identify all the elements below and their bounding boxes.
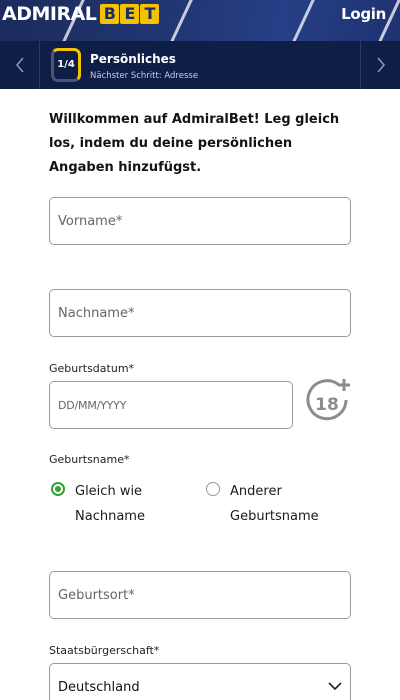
chevron-down-icon (328, 682, 342, 691)
logo-text-admiral: ADMIRAL (2, 3, 97, 25)
firstname-input[interactable]: Vorname* (49, 197, 351, 245)
chevron-left-icon (15, 57, 24, 73)
welcome-text: Willkommen auf AdmiralBet! Leg gleich lo… (49, 112, 340, 175)
top-header: ADMIRAL B E T Login (0, 0, 400, 41)
citizenship-value: Deutschland (58, 680, 140, 695)
stepper-prev-button[interactable] (0, 41, 40, 89)
admiralbet-logo[interactable]: ADMIRAL B E T (2, 3, 160, 25)
lastname-placeholder: Nachname* (58, 306, 135, 321)
chevron-right-icon (376, 57, 385, 73)
logo-letter: E (120, 4, 140, 24)
birthname-label: Geburtsname* (49, 453, 130, 466)
registration-stepper: 1/4 Persönliches Nächster Schritt: Adres… (0, 41, 400, 89)
birthname-option-other[interactable]: Anderer Geburtsname (206, 479, 350, 529)
birthdate-label: Geburtsdatum* (49, 362, 135, 375)
login-button[interactable]: Login (341, 5, 386, 23)
step-progress-badge: 1/4 (51, 48, 81, 82)
stepper-next-button[interactable] (360, 41, 400, 89)
birthplace-input[interactable]: Geburtsort* (49, 571, 351, 619)
logo-letter: B (100, 4, 120, 24)
lastname-input[interactable]: Nachname* (49, 289, 351, 337)
step-counter: 1/4 (57, 59, 75, 70)
header-decoration (163, 0, 196, 41)
birthname-option-other-label: Anderer Geburtsname (230, 484, 319, 524)
birthname-option-same[interactable]: Gleich wie Nachname (51, 479, 195, 529)
radio-unselected[interactable] (206, 482, 220, 496)
age-restriction-18-icon: 18 (306, 379, 350, 421)
citizenship-select[interactable]: Deutschland (49, 663, 351, 700)
citizenship-label: Staatsbürgerschaft* (49, 644, 160, 657)
next-step-hint: Nächster Schritt: Adresse (90, 71, 199, 81)
birthdate-placeholder: DD/MM/YYYY (58, 399, 127, 412)
step-title: Persönliches (90, 52, 176, 66)
birthplace-placeholder: Geburtsort* (58, 588, 135, 603)
radio-selected[interactable] (51, 482, 65, 496)
logo-text-bet: B E T (99, 4, 160, 24)
birthname-option-same-label: Gleich wie Nachname (75, 484, 145, 524)
birthdate-input[interactable]: DD/MM/YYYY (49, 381, 293, 429)
logo-letter: T (140, 4, 160, 24)
firstname-placeholder: Vorname* (58, 214, 123, 229)
header-decoration (285, 0, 318, 41)
age-badge-text: 18 (315, 395, 339, 415)
